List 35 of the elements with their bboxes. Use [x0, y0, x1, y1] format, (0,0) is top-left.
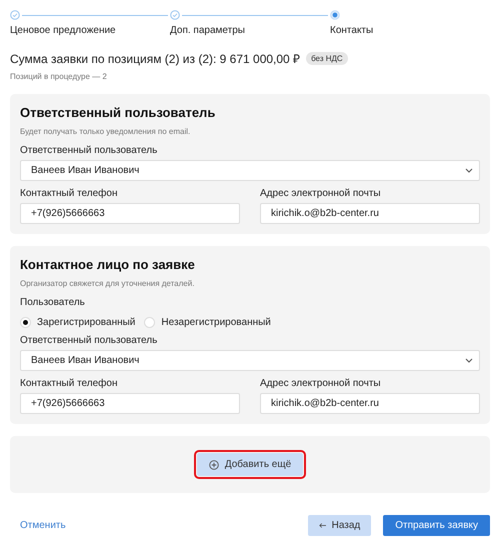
add-more-button[interactable]: Добавить ещё — [196, 453, 304, 476]
input-field[interactable]: +7(926)5666663 — [20, 393, 240, 414]
user-select[interactable]: Ванеев Иван Иванович — [20, 350, 480, 371]
input-field[interactable]: kirichik.o@b2b-center.ru — [260, 393, 480, 414]
chevron-down-icon — [465, 168, 473, 173]
field-label: Ответственный пользователь — [20, 335, 158, 346]
step-label: Доп. параметры — [170, 25, 246, 36]
vat-badge: без НДС — [306, 52, 348, 65]
user-select[interactable]: Ванеев Иван Иванович — [20, 160, 480, 181]
input-field[interactable]: kirichik.o@b2b-center.ru — [260, 203, 480, 224]
chevron-down-icon — [465, 358, 473, 363]
radio-label: Зарегистрированный — [37, 317, 136, 328]
field-label: Адрес электронной почты — [260, 188, 382, 199]
plus-circle-icon — [208, 460, 219, 470]
arrow-left-icon — [319, 522, 327, 529]
input-field[interactable]: +7(926)5666663 — [20, 203, 240, 224]
submit-button[interactable]: Отправить заявку — [383, 515, 490, 536]
section-hint: Будет получать только уведомления по email. — [20, 127, 192, 136]
field-label: Ответственный пользователь — [20, 145, 158, 156]
section-hint: Организатор свяжется для уточнения деталей. — [20, 279, 196, 288]
field-label: Контактный телефон — [20, 378, 118, 389]
cancel-link[interactable]: Отменить — [20, 520, 66, 531]
order-total-text: Сумма заявки по позициям (2) из (2): 9 671 000,00 ₽ — [10, 51, 300, 67]
radio-button[interactable] — [20, 317, 31, 328]
step-label: Ценовое предложение — [10, 25, 117, 36]
section-title: Контактное лицо по заявке — [20, 257, 196, 272]
field-label: Пользователь — [20, 297, 86, 308]
step-label: Контакты — [330, 25, 374, 36]
back-button[interactable]: Назад — [308, 515, 372, 536]
field-label: Контактный телефон — [20, 188, 118, 199]
radio-label: Незарегистрированный — [161, 317, 271, 328]
positions-note: Позиций в процедуре — 2 — [10, 72, 108, 81]
section-title: Ответственный пользователь — [20, 105, 216, 120]
field-label: Адрес электронной почты — [260, 378, 382, 389]
radio-button[interactable] — [144, 317, 156, 328]
